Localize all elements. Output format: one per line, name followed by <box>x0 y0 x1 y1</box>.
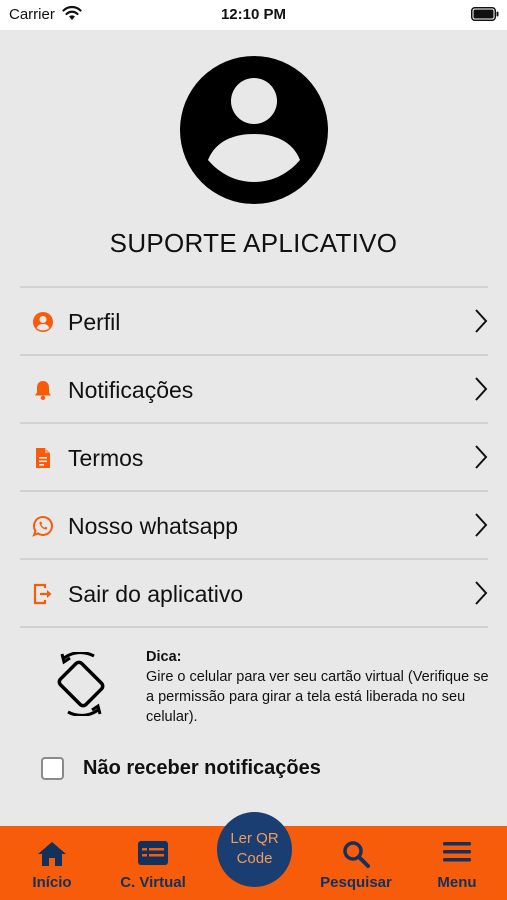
menu-item-termos[interactable]: Termos <box>20 424 488 492</box>
notifications-opt-out-checkbox[interactable] <box>41 757 64 780</box>
chevron-right-icon <box>475 377 488 401</box>
whatsapp-icon <box>32 515 53 537</box>
id-card-icon <box>138 841 168 865</box>
tip-text: Dica: Gire o celular para ver seu cartão… <box>146 647 491 727</box>
chevron-right-icon <box>475 445 488 469</box>
menu-item-whatsapp[interactable]: Nosso whatsapp <box>20 492 488 560</box>
menu-item-sair[interactable]: Sair do aplicativo <box>20 560 488 628</box>
document-icon <box>36 448 50 468</box>
tab-label: Menu <box>437 874 477 891</box>
tab-pesquisar[interactable]: Pesquisar <box>312 826 400 900</box>
menu-item-label: Perfil <box>68 309 121 335</box>
profile-name: SUPORTE APLICATIVO <box>109 228 398 258</box>
search-icon <box>343 841 370 868</box>
status-time: 12:10 PM <box>220 6 287 23</box>
tab-inicio[interactable]: Início <box>12 826 92 900</box>
tab-cartao-virtual[interactable]: C. Virtual <box>108 826 198 900</box>
menu-item-notificacoes[interactable]: Notificações <box>20 356 488 424</box>
avatar-icon <box>180 56 328 204</box>
status-bar: Carrier 12:10 PM <box>0 0 507 30</box>
user-circle-icon <box>33 312 53 332</box>
tab-label: Pesquisar <box>320 874 392 891</box>
logout-icon <box>33 583 52 605</box>
menu-item-label: Termos <box>68 445 144 471</box>
menu-item-label: Notificações <box>68 377 194 403</box>
tip-title: Dica: <box>146 649 182 665</box>
notifications-opt-out-label[interactable]: Não receber notificações <box>83 757 321 780</box>
qr-button-line2: Code <box>236 850 273 867</box>
bell-icon <box>35 381 51 400</box>
tip-body: Gire o celular para ver seu cartão virtu… <box>146 669 489 725</box>
menu-item-label: Nosso whatsapp <box>68 513 239 539</box>
settings-menu: Perfil Notificações Termos Nosso whatsap… <box>20 286 488 628</box>
tab-menu[interactable]: Menu <box>422 826 492 900</box>
menu-item-perfil[interactable]: Perfil <box>20 288 488 356</box>
hamburger-menu-icon <box>443 842 471 862</box>
menu-item-label: Sair do aplicativo <box>68 581 244 607</box>
screen-rotation-icon <box>57 652 105 716</box>
home-icon <box>38 842 66 866</box>
tab-label: Início <box>32 874 72 891</box>
battery-icon <box>471 7 499 21</box>
qr-button-line1: Ler QR <box>230 830 279 847</box>
chevron-right-icon <box>475 309 488 333</box>
chevron-right-icon <box>475 581 488 605</box>
chevron-right-icon <box>475 513 488 537</box>
tab-label: C. Virtual <box>120 874 186 891</box>
qr-code-button[interactable]: Ler QR Code <box>217 812 292 887</box>
